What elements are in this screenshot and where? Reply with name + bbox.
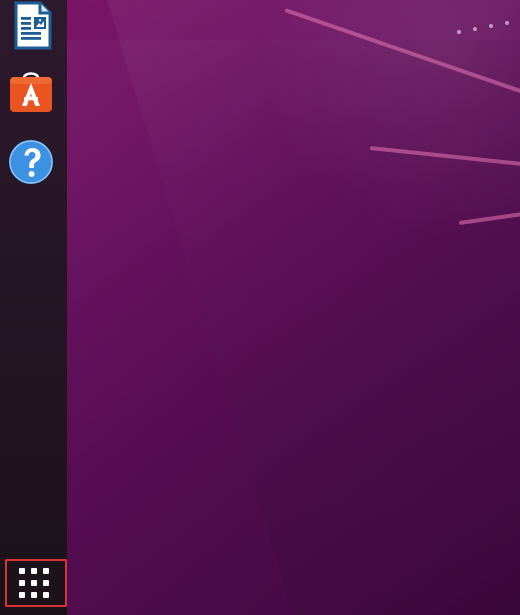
ubuntu-desktop-screen (0, 0, 520, 615)
grid-dot (43, 568, 49, 574)
desktop-background (67, 0, 520, 615)
dock-item-ubuntu-software[interactable] (6, 68, 56, 118)
dock-item-help[interactable] (6, 137, 56, 187)
apps-grid-icon (19, 568, 49, 598)
ubuntu-software-icon (10, 72, 52, 112)
wallpaper-dot (505, 21, 509, 25)
show-applications-button[interactable] (5, 559, 67, 607)
grid-dot (19, 592, 25, 598)
grid-dot (31, 580, 37, 586)
grid-dot (43, 580, 49, 586)
grid-dot (31, 592, 37, 598)
wallpaper-dot (489, 24, 493, 28)
grid-dot (31, 568, 37, 574)
grid-dot (19, 580, 25, 586)
wallpaper-dot (473, 27, 477, 31)
grid-dot (19, 568, 25, 574)
help-icon (9, 140, 53, 184)
dock (0, 0, 67, 615)
grid-dot (43, 592, 49, 598)
dock-item-libreoffice-writer[interactable] (6, 1, 56, 51)
libreoffice-writer-icon (14, 1, 52, 50)
wallpaper-dot (457, 30, 461, 34)
